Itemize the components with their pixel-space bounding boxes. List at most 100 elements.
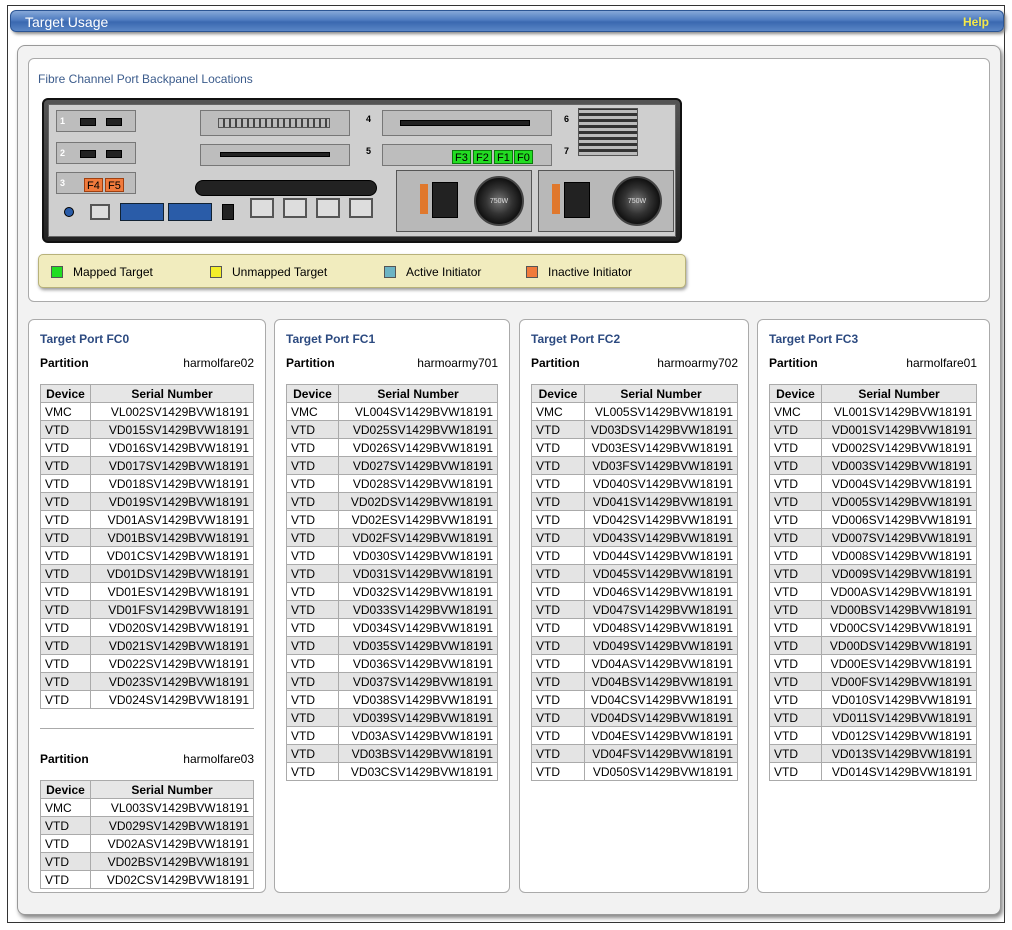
table-row[interactable]: VTD VD025SV1429BVW18191	[286, 420, 498, 439]
device-type-cell: VTD	[769, 708, 822, 727]
table-row[interactable]: VTD VD01CSV1429BVW18191	[40, 546, 254, 565]
table-row[interactable]: VTD VD027SV1429BVW18191	[286, 456, 498, 475]
table-row[interactable]: VTD VD026SV1429BVW18191	[286, 438, 498, 457]
table-row[interactable]: VTD VD005SV1429BVW18191	[769, 492, 977, 511]
table-row[interactable]: VTD VD019SV1429BVW18191	[40, 492, 254, 511]
table-row[interactable]: VTD VD04FSV1429BVW18191	[531, 744, 738, 763]
table-row[interactable]: VTD VD043SV1429BVW18191	[531, 528, 738, 547]
table-row[interactable]: VTD VD008SV1429BVW18191	[769, 546, 977, 565]
table-row[interactable]: VTD VD036SV1429BVW18191	[286, 654, 498, 673]
table-row[interactable]: VTD VD041SV1429BVW18191	[531, 492, 738, 511]
device-type-cell: VTD	[286, 672, 339, 691]
table-row[interactable]: VMC VL003SV1429BVW18191	[40, 798, 254, 817]
table-row[interactable]: VTD VD022SV1429BVW18191	[40, 654, 254, 673]
table-row[interactable]: VTD VD01ASV1429BVW18191	[40, 510, 254, 529]
device-type-cell: VTD	[769, 654, 822, 673]
table-row[interactable]: VTD VD017SV1429BVW18191	[40, 456, 254, 475]
table-row[interactable]: VTD VD037SV1429BVW18191	[286, 672, 498, 691]
table-row[interactable]: VMC VL004SV1429BVW18191	[286, 402, 498, 421]
table-row[interactable]: VTD VD049SV1429BVW18191	[531, 636, 738, 655]
table-row[interactable]: VTD VD046SV1429BVW18191	[531, 582, 738, 601]
table-row[interactable]: VTD VD015SV1429BVW18191	[40, 420, 254, 439]
table-row[interactable]: VTD VD030SV1429BVW18191	[286, 546, 498, 565]
table-row[interactable]: VTD VD003SV1429BVW18191	[769, 456, 977, 475]
table-row[interactable]: VTD VD029SV1429BVW18191	[40, 816, 254, 835]
table-row[interactable]: VMC VL005SV1429BVW18191	[531, 402, 738, 421]
table-row[interactable]: VMC VL002SV1429BVW18191	[40, 402, 254, 421]
table-row[interactable]: VTD VD035SV1429BVW18191	[286, 636, 498, 655]
table-row[interactable]: VTD VD02FSV1429BVW18191	[286, 528, 498, 547]
table-row[interactable]: VTD VD034SV1429BVW18191	[286, 618, 498, 637]
table-row[interactable]: VTD VD04BSV1429BVW18191	[531, 672, 738, 691]
table-row[interactable]: VTD VD001SV1429BVW18191	[769, 420, 977, 439]
table-row[interactable]: VTD VD024SV1429BVW18191	[40, 690, 254, 709]
table-row[interactable]: VTD VD023SV1429BVW18191	[40, 672, 254, 691]
table-row[interactable]: VTD VD00FSV1429BVW18191	[769, 672, 977, 691]
table-row[interactable]: VTD VD00CSV1429BVW18191	[769, 618, 977, 637]
table-row[interactable]: VTD VD028SV1429BVW18191	[286, 474, 498, 493]
table-row[interactable]: VTD VD042SV1429BVW18191	[531, 510, 738, 529]
device-type-cell: VTD	[40, 564, 91, 583]
table-row[interactable]: VTD VD01BSV1429BVW18191	[40, 528, 254, 547]
table-row[interactable]: VTD VD033SV1429BVW18191	[286, 600, 498, 619]
table-row[interactable]: VTD VD038SV1429BVW18191	[286, 690, 498, 709]
table-row[interactable]: VTD VD00DSV1429BVW18191	[769, 636, 977, 655]
table-row[interactable]: VTD VD01ESV1429BVW18191	[40, 582, 254, 601]
table-row[interactable]: VTD VD016SV1429BVW18191	[40, 438, 254, 457]
table-row[interactable]: VTD VD021SV1429BVW18191	[40, 636, 254, 655]
table-row[interactable]: VMC VL001SV1429BVW18191	[769, 402, 977, 421]
table-row[interactable]: VTD VD03BSV1429BVW18191	[286, 744, 498, 763]
table-row[interactable]: VTD VD04CSV1429BVW18191	[531, 690, 738, 709]
table-row[interactable]: VTD VD050SV1429BVW18191	[531, 762, 738, 781]
table-row[interactable]: VTD VD044SV1429BVW18191	[531, 546, 738, 565]
table-row[interactable]: VTD VD018SV1429BVW18191	[40, 474, 254, 493]
table-row[interactable]: VTD VD014SV1429BVW18191	[769, 762, 977, 781]
table-row[interactable]: VTD VD03ESV1429BVW18191	[531, 438, 738, 457]
table-row[interactable]: VTD VD039SV1429BVW18191	[286, 708, 498, 727]
table-row[interactable]: VTD VD032SV1429BVW18191	[286, 582, 498, 601]
table-row[interactable]: VTD VD009SV1429BVW18191	[769, 564, 977, 583]
table-row[interactable]: VTD VD00ESV1429BVW18191	[769, 654, 977, 673]
table-row[interactable]: VTD VD007SV1429BVW18191	[769, 528, 977, 547]
serial-number-cell: VD02DSV1429BVW18191	[338, 492, 498, 511]
table-row[interactable]: VTD VD03DSV1429BVW18191	[531, 420, 738, 439]
serial-number-cell: VD02FSV1429BVW18191	[338, 528, 498, 547]
table-row[interactable]: VTD VD04ESV1429BVW18191	[531, 726, 738, 745]
table-row[interactable]: VTD VD048SV1429BVW18191	[531, 618, 738, 637]
table-row[interactable]: VTD VD00ASV1429BVW18191	[769, 582, 977, 601]
table-row[interactable]: VTD VD012SV1429BVW18191	[769, 726, 977, 745]
table-row[interactable]: VTD VD004SV1429BVW18191	[769, 474, 977, 493]
table-row[interactable]: VTD VD01DSV1429BVW18191	[40, 564, 254, 583]
table-row[interactable]: VTD VD045SV1429BVW18191	[531, 564, 738, 583]
table-row[interactable]: VTD VD02DSV1429BVW18191	[286, 492, 498, 511]
table-row[interactable]: VTD VD013SV1429BVW18191	[769, 744, 977, 763]
help-link[interactable]: Help	[963, 15, 989, 29]
fc-port-f5: F5	[105, 178, 124, 192]
table-row[interactable]: VTD VD020SV1429BVW18191	[40, 618, 254, 637]
table-row[interactable]: VTD VD04DSV1429BVW18191	[531, 708, 738, 727]
table-row[interactable]: VTD VD03CSV1429BVW18191	[286, 762, 498, 781]
table-row[interactable]: VTD VD03ASV1429BVW18191	[286, 726, 498, 745]
device-type-cell: VTD	[769, 618, 822, 637]
table-row[interactable]: VTD VD02ESV1429BVW18191	[286, 510, 498, 529]
table-row[interactable]: VTD VD01FSV1429BVW18191	[40, 600, 254, 619]
table-row[interactable]: VTD VD03FSV1429BVW18191	[531, 456, 738, 475]
serial-number-cell: VD026SV1429BVW18191	[338, 438, 498, 457]
table-row[interactable]: VTD VD010SV1429BVW18191	[769, 690, 977, 709]
table-row[interactable]: VTD VD04ASV1429BVW18191	[531, 654, 738, 673]
table-row[interactable]: VTD VD02ASV1429BVW18191	[40, 834, 254, 853]
table-row[interactable]: VTD VD031SV1429BVW18191	[286, 564, 498, 583]
serial-number-cell: VL001SV1429BVW18191	[821, 402, 977, 421]
table-row[interactable]: VTD VD02BSV1429BVW18191	[40, 852, 254, 871]
table-row[interactable]: VTD VD002SV1429BVW18191	[769, 438, 977, 457]
device-type-cell: VTD	[40, 834, 91, 853]
table-row[interactable]: VTD VD047SV1429BVW18191	[531, 600, 738, 619]
device-table: Device Serial Number VMC VL001SV1429BVW1819…	[769, 384, 977, 781]
table-row[interactable]: VTD VD006SV1429BVW18191	[769, 510, 977, 529]
table-row[interactable]: VTD VD011SV1429BVW18191	[769, 708, 977, 727]
serial-number-cell: VD029SV1429BVW18191	[90, 816, 254, 835]
table-row[interactable]: VTD VD00BSV1429BVW18191	[769, 600, 977, 619]
table-row[interactable]: VTD VD040SV1429BVW18191	[531, 474, 738, 493]
serial-number-cell: VD015SV1429BVW18191	[90, 420, 254, 439]
table-row[interactable]: VTD VD02CSV1429BVW18191	[40, 870, 254, 889]
